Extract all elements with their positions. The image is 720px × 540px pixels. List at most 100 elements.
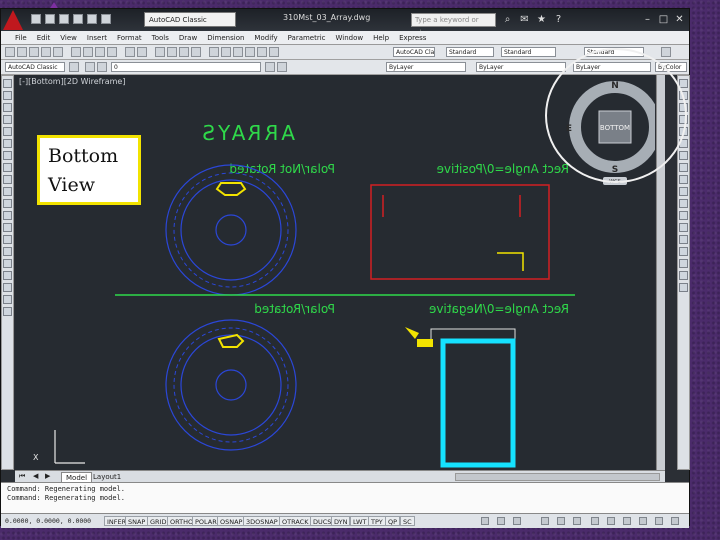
- explode-icon[interactable]: [679, 283, 688, 292]
- menu-dimension[interactable]: Dimension: [207, 34, 244, 42]
- menu-file[interactable]: File: [15, 34, 27, 42]
- line-icon[interactable]: [3, 79, 12, 88]
- zoom-realtime-icon[interactable]: [167, 47, 177, 57]
- text-style-combo[interactable]: Standard: [446, 47, 494, 57]
- 3dosnap-toggle[interactable]: 3DOSNAP: [243, 516, 281, 526]
- save-icon[interactable]: [59, 14, 69, 24]
- menu-parametric[interactable]: Parametric: [288, 34, 326, 42]
- favorites-star-icon[interactable]: ★: [535, 13, 548, 26]
- command-line[interactable]: Command: Regenerating model. Command: Re…: [1, 482, 689, 513]
- lwt-toggle[interactable]: LWT: [350, 516, 370, 526]
- make-block-icon[interactable]: [3, 223, 12, 232]
- redo-icon[interactable]: [87, 14, 97, 24]
- cut-icon[interactable]: [71, 47, 81, 57]
- properties-icon[interactable]: [209, 47, 219, 57]
- menu-view[interactable]: View: [60, 34, 77, 42]
- linetype-dropdown[interactable]: ByLayer: [476, 62, 566, 72]
- quickcalc-icon[interactable]: [269, 47, 279, 57]
- search-icon[interactable]: ⌕: [501, 13, 514, 26]
- zoom-window-icon[interactable]: [179, 47, 189, 57]
- ellipse-arc-icon[interactable]: [3, 199, 12, 208]
- tab-nav-first-icon[interactable]: ⏮: [19, 472, 25, 481]
- table-icon[interactable]: [3, 283, 12, 292]
- preview-icon[interactable]: [53, 47, 63, 57]
- break-at-point-icon[interactable]: [679, 211, 688, 220]
- extend-icon[interactable]: [679, 199, 688, 208]
- arc-icon[interactable]: [3, 139, 12, 148]
- menu-insert[interactable]: Insert: [87, 34, 107, 42]
- open-file-icon[interactable]: [45, 14, 55, 24]
- polyline-icon[interactable]: [3, 103, 12, 112]
- workspace-dropdown[interactable]: AutoCAD Classic: [5, 62, 65, 72]
- horizontal-scrollbar[interactable]: [455, 473, 660, 481]
- osnap-toggle[interactable]: OSNAP: [217, 516, 246, 526]
- coordinate-readout[interactable]: 0.0000, 0.0000, 0.0000: [5, 517, 91, 525]
- quick-view-drawings-icon[interactable]: [513, 517, 521, 525]
- point-icon[interactable]: [3, 235, 12, 244]
- layer-properties-icon[interactable]: [85, 62, 95, 72]
- sheet-set-icon[interactable]: [245, 47, 255, 57]
- menu-tools[interactable]: Tools: [152, 34, 169, 42]
- menu-window[interactable]: Window: [336, 34, 364, 42]
- tab-nav-prev-icon[interactable]: ◀: [33, 472, 38, 480]
- region-icon[interactable]: [3, 271, 12, 280]
- undo-toolbar-icon[interactable]: [125, 47, 135, 57]
- steering-wheel-icon[interactable]: [573, 517, 581, 525]
- minimize-icon[interactable]: –: [641, 13, 654, 26]
- multileader-style-icon[interactable]: [661, 47, 671, 57]
- redo-toolbar-icon[interactable]: [137, 47, 147, 57]
- stretch-icon[interactable]: [679, 175, 688, 184]
- pan-icon[interactable]: [155, 47, 165, 57]
- model-space-icon[interactable]: [481, 517, 489, 525]
- spline-icon[interactable]: [3, 175, 12, 184]
- qp-toggle[interactable]: QP: [385, 516, 401, 526]
- workspace-switching-icon[interactable]: [623, 517, 631, 525]
- menu-draw[interactable]: Draw: [179, 34, 197, 42]
- copy-icon[interactable]: [83, 47, 93, 57]
- join-icon[interactable]: [679, 235, 688, 244]
- keyword-search-input[interactable]: Type a keyword or phrase: [411, 13, 496, 37]
- color-dropdown[interactable]: ByLayer: [386, 62, 466, 72]
- maximize-icon[interactable]: □: [657, 13, 670, 26]
- ellipse-icon[interactable]: [3, 187, 12, 196]
- print-icon[interactable]: [41, 47, 51, 57]
- match-properties-icon[interactable]: [107, 47, 117, 57]
- quick-view-layouts-icon[interactable]: [497, 517, 505, 525]
- plot-icon[interactable]: [101, 14, 111, 24]
- workspace-switcher[interactable]: AutoCAD Classic: [144, 12, 236, 27]
- save-toolbar-icon[interactable]: [29, 47, 39, 57]
- hardware-acceleration-icon[interactable]: [655, 517, 663, 525]
- dyn-toggle[interactable]: DYN: [331, 516, 351, 526]
- menu-modify[interactable]: Modify: [254, 34, 277, 42]
- chamfer-icon[interactable]: [679, 247, 688, 256]
- undo-icon[interactable]: [73, 14, 83, 24]
- fillet-icon[interactable]: [679, 259, 688, 268]
- layer-previous-icon[interactable]: [277, 62, 287, 72]
- multiline-text-icon[interactable]: [3, 295, 12, 304]
- layer-state-icon[interactable]: [97, 62, 107, 72]
- revision-cloud-icon[interactable]: [3, 163, 12, 172]
- workspace-settings-icon[interactable]: [69, 62, 79, 72]
- zoom-status-icon[interactable]: [557, 517, 565, 525]
- menu-help[interactable]: Help: [373, 34, 389, 42]
- dim-style-combo[interactable]: Standard: [501, 47, 556, 57]
- hatch-icon[interactable]: [3, 247, 12, 256]
- gradient-icon[interactable]: [3, 259, 12, 268]
- sc-toggle[interactable]: SC: [400, 516, 415, 526]
- markup-icon[interactable]: [257, 47, 267, 57]
- rectangle-icon[interactable]: [3, 127, 12, 136]
- make-current-icon[interactable]: [265, 62, 275, 72]
- polar-toggle[interactable]: POLAR: [192, 516, 220, 526]
- blend-curves-icon[interactable]: [679, 271, 688, 280]
- menu-edit[interactable]: Edit: [37, 34, 51, 42]
- otrack-toggle[interactable]: OTRACK: [279, 516, 312, 526]
- design-center-icon[interactable]: [221, 47, 231, 57]
- open-icon[interactable]: [17, 47, 27, 57]
- paste-icon[interactable]: [95, 47, 105, 57]
- help-icon[interactable]: ?: [552, 13, 565, 26]
- close-icon[interactable]: ✕: [673, 13, 686, 26]
- workspace-combo[interactable]: AutoCAD Classic: [393, 47, 435, 57]
- menu-express[interactable]: Express: [399, 34, 426, 42]
- zoom-previous-icon[interactable]: [191, 47, 201, 57]
- trim-icon[interactable]: [679, 187, 688, 196]
